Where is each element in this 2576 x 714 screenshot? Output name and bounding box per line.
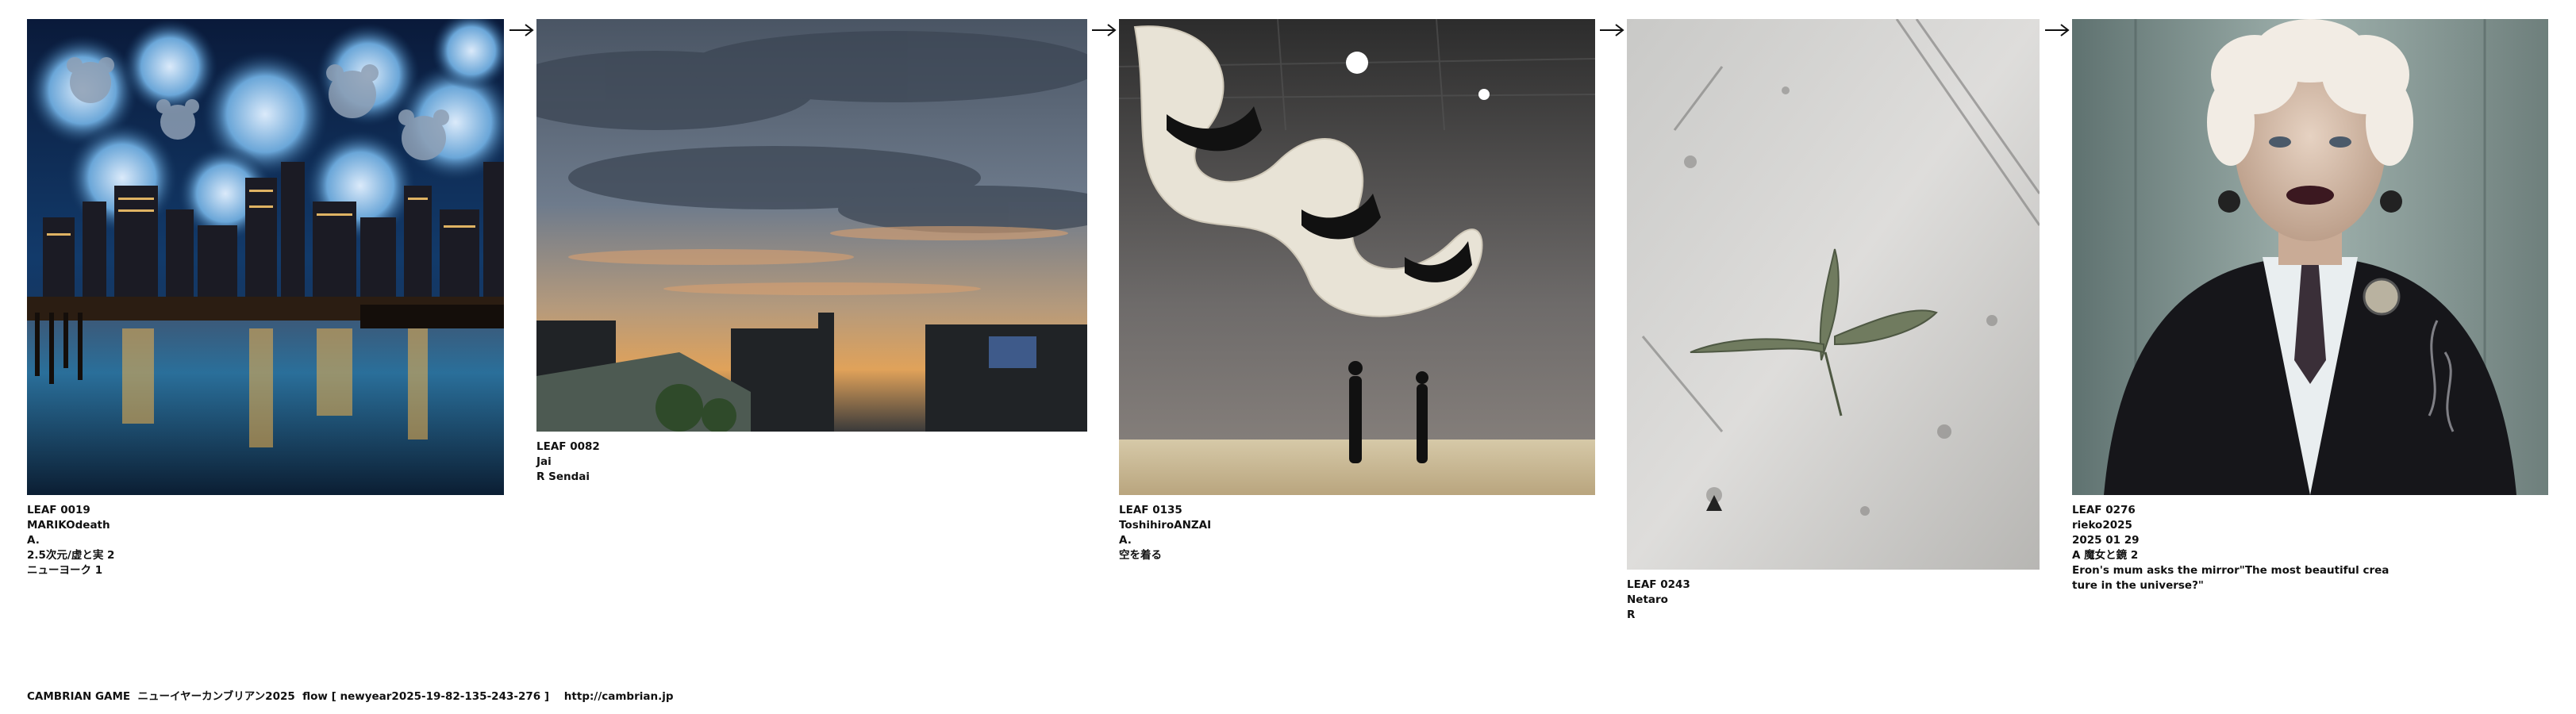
leaf-text-line: A. xyxy=(1119,534,1132,547)
right-arrow-icon xyxy=(2043,22,2070,38)
ribbon-sculpture-image xyxy=(1119,19,1595,495)
leaf-card-0276: LEAF 0276 rieko2025 2025 01 29 A 魔女と鏡 2 … xyxy=(2072,19,2548,593)
leaf-author[interactable]: rieko2025 xyxy=(2072,518,2548,533)
leaf-author[interactable]: Netaro xyxy=(1627,593,2040,608)
leaf-card-0019: LEAF 0019 MARIKOdeath A. 2.5次元/虚と実 2 ニュー… xyxy=(27,19,504,578)
leaf-id[interactable]: LEAF 0019 xyxy=(27,503,504,518)
right-arrow-icon xyxy=(1598,22,1625,38)
leaf-text-line: 2025 01 29 xyxy=(2072,534,2140,547)
leaf-caption: LEAF 0082 Jai R Sendai xyxy=(536,440,1087,485)
leaf-text-line: A 魔女と鏡 2 xyxy=(2072,549,2139,562)
portrait-woman-image xyxy=(2072,19,2548,495)
leaf-text-line: ture in the universe?" xyxy=(2072,579,2204,592)
leaf-image-0276[interactable] xyxy=(2072,19,2548,495)
leaf-author[interactable]: Jai xyxy=(536,455,1087,470)
teddy-bear-clouds-image xyxy=(27,19,504,495)
leaf-card-0135: LEAF 0135 ToshihiroANZAI A. 空を着る xyxy=(1119,19,1595,563)
leaf-image-0082[interactable] xyxy=(536,19,1087,432)
leaf-image-0019[interactable] xyxy=(27,19,504,495)
leaf-id[interactable]: LEAF 0082 xyxy=(536,440,1087,455)
leaf-text-line: ニューヨーク 1 xyxy=(27,564,103,577)
leaf-image-0135[interactable] xyxy=(1119,19,1595,495)
leaf-text-line: 2.5次元/虚と実 2 xyxy=(27,549,115,562)
leaf-text-line: 空を着る xyxy=(1119,549,1162,562)
leaf-image-0243[interactable] xyxy=(1627,19,2040,570)
right-arrow-icon xyxy=(1090,22,1117,38)
leaf-caption: LEAF 0276 rieko2025 2025 01 29 A 魔女と鏡 2 … xyxy=(2072,503,2548,593)
leaf-caption: LEAF 0243 Netaro R xyxy=(1627,578,2040,623)
leaf-caption: LEAF 0019 MARIKOdeath A. 2.5次元/虚と実 2 ニュー… xyxy=(27,503,504,578)
leaf-id[interactable]: LEAF 0135 xyxy=(1119,503,1595,518)
leaf-author[interactable]: ToshihiroANZAI xyxy=(1119,518,1595,533)
sunset-sky-image xyxy=(536,19,1087,432)
leaf-text-line: R Sendai xyxy=(536,470,590,483)
leaf-caption: LEAF 0135 ToshihiroANZAI A. 空を着る xyxy=(1119,503,1595,563)
seedling-concrete-image xyxy=(1627,19,2040,570)
leaf-card-0243: LEAF 0243 Netaro R xyxy=(1627,19,2040,623)
leaf-text-line: R xyxy=(1627,608,1636,621)
right-arrow-icon xyxy=(508,22,535,38)
leaf-text-line: A. xyxy=(27,534,40,547)
leaf-id[interactable]: LEAF 0276 xyxy=(2072,503,2548,518)
footer-flow-info[interactable]: CAMBRIAN GAME ニューイヤーカンブリアン2025 flow [ ne… xyxy=(27,687,674,703)
leaf-id[interactable]: LEAF 0243 xyxy=(1627,578,2040,593)
leaf-card-0082: LEAF 0082 Jai R Sendai xyxy=(536,19,1087,485)
leaf-author[interactable]: MARIKOdeath xyxy=(27,518,504,533)
leaf-text-line: Eron's mum asks the mirror"The most beau… xyxy=(2072,564,2390,577)
